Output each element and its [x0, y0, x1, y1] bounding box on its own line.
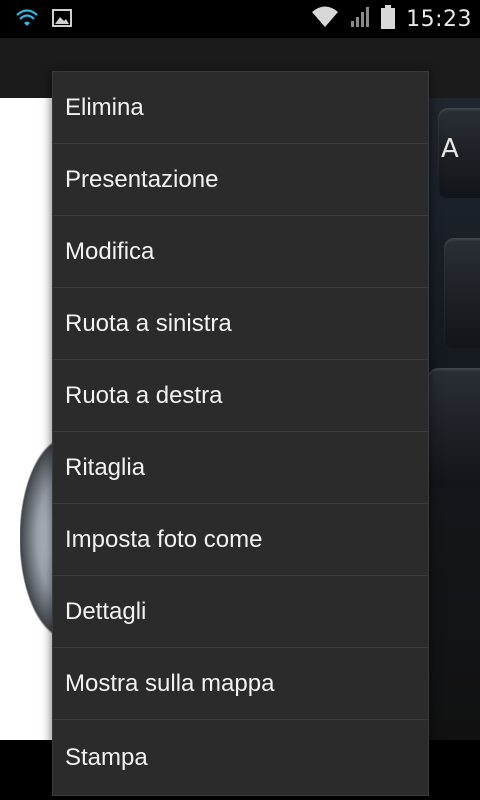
- menu-item-label: Modifica: [65, 237, 155, 265]
- menu-item-stampa[interactable]: Stampa: [53, 720, 428, 795]
- menu-item-elimina[interactable]: Elimina: [53, 72, 428, 144]
- screen: 15:23 A Elimina Presentazione Modifica R…: [0, 0, 480, 800]
- menu-item-label: Dettagli: [65, 597, 147, 625]
- menu-item-modifica[interactable]: Modifica: [53, 216, 428, 288]
- menu-item-dettagli[interactable]: Dettagli: [53, 576, 428, 648]
- photo-key: [428, 368, 480, 488]
- menu-item-label: Ruota a sinistra: [65, 309, 232, 337]
- photo-key: A: [438, 108, 480, 198]
- status-right-icons: 15:23: [310, 4, 472, 34]
- battery-icon: [380, 4, 396, 34]
- status-time: 15:23: [406, 6, 472, 32]
- menu-item-label: Ruota a destra: [65, 381, 223, 409]
- overflow-menu: Elimina Presentazione Modifica Ruota a s…: [52, 71, 429, 796]
- menu-item-ruota-destra[interactable]: Ruota a destra: [53, 360, 428, 432]
- wifi-signal-icon: [310, 5, 340, 33]
- menu-item-label: Imposta foto come: [65, 525, 263, 553]
- menu-item-mostra-sulla-mappa[interactable]: Mostra sulla mappa: [53, 648, 428, 720]
- status-left-icons: [16, 8, 72, 32]
- menu-item-label: Mostra sulla mappa: [65, 669, 275, 697]
- photo-key: [444, 238, 480, 348]
- image-notification-icon: [52, 9, 72, 31]
- photo-key-letter: A: [441, 134, 459, 164]
- menu-item-label: Elimina: [65, 93, 144, 121]
- menu-item-ritaglia[interactable]: Ritaglia: [53, 432, 428, 504]
- wifi-icon: [16, 8, 38, 32]
- cellular-signal-icon: [350, 5, 370, 33]
- menu-item-imposta-foto-come[interactable]: Imposta foto come: [53, 504, 428, 576]
- menu-item-label: Stampa: [65, 743, 148, 771]
- menu-item-label: Ritaglia: [65, 453, 146, 481]
- menu-item-presentazione[interactable]: Presentazione: [53, 144, 428, 216]
- menu-item-label: Presentazione: [65, 165, 219, 193]
- status-bar: 15:23: [0, 0, 480, 38]
- menu-item-ruota-sinistra[interactable]: Ruota a sinistra: [53, 288, 428, 360]
